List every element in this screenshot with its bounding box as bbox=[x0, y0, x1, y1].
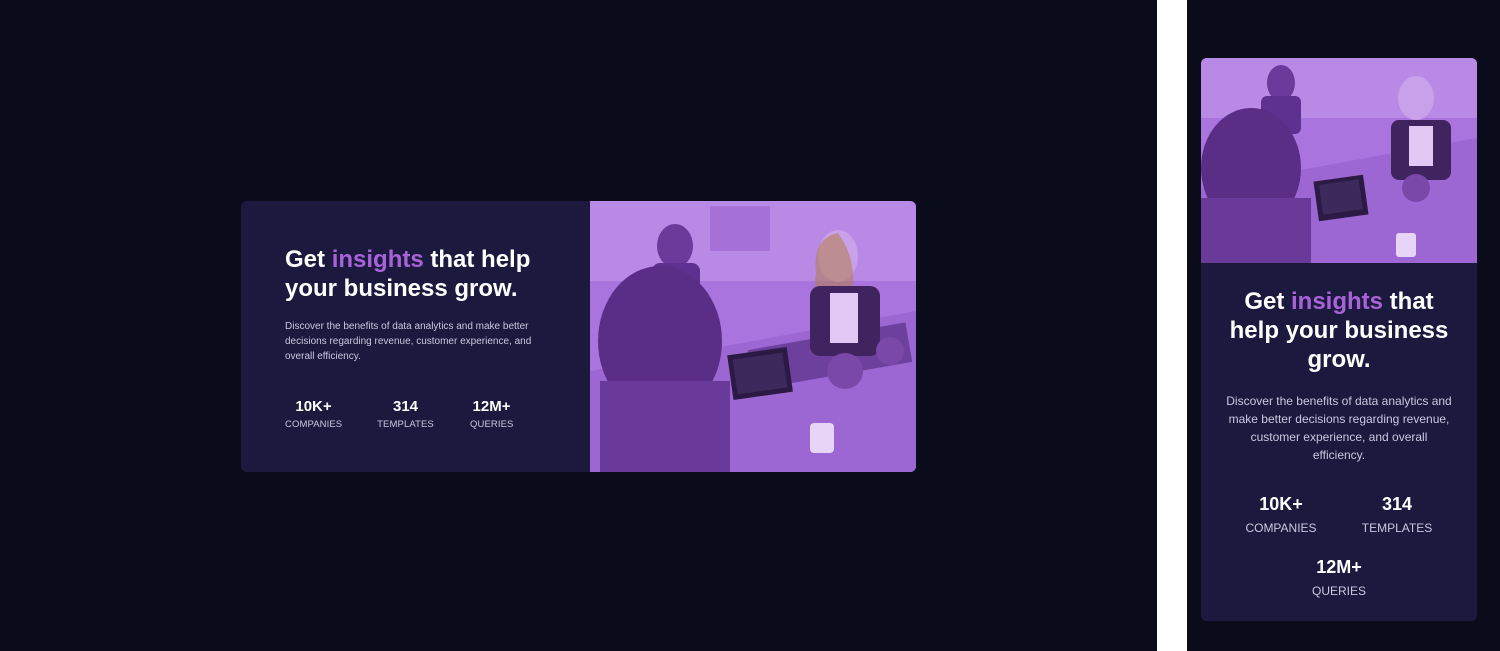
title-accent: insights bbox=[331, 246, 424, 273]
office-photo-illustration bbox=[590, 201, 916, 472]
stat-queries: 12M+ QUERIES bbox=[1281, 557, 1397, 598]
title-text: Get bbox=[1244, 288, 1291, 315]
stat-companies: 10K+ COMPANIES bbox=[1223, 494, 1339, 535]
card-description: Discover the benefits of data analytics … bbox=[1226, 394, 1452, 462]
stat-value: 314 bbox=[1381, 494, 1413, 514]
card-title: Get insights that help your business gro… bbox=[285, 245, 545, 303]
card-title: Get insights that help your business gro… bbox=[1223, 287, 1455, 374]
stat-label: COMPANIES bbox=[285, 419, 343, 430]
office-photo-image bbox=[1201, 58, 1477, 263]
stats-grid: 10K+ COMPANIES 314 TEMPLATES 12M+ QUERIE… bbox=[1223, 494, 1455, 620]
stat-value: 314 bbox=[392, 398, 419, 415]
desktop-preview: Get insights that help your business gro… bbox=[0, 0, 1157, 651]
office-photo-illustration bbox=[1201, 58, 1477, 263]
stat-queries: 12M+ QUERIES bbox=[470, 398, 513, 430]
stat-value: 10K+ bbox=[1259, 494, 1303, 514]
mobile-preview: Get insights that help your business gro… bbox=[1187, 0, 1500, 651]
stat-label: COMPANIES bbox=[1245, 521, 1317, 535]
stat-templates: 314 TEMPLATES bbox=[1339, 494, 1455, 535]
stat-label: QUERIES bbox=[470, 419, 514, 430]
card-text: Get insights that help your business gro… bbox=[1201, 263, 1477, 620]
panel-divider bbox=[1157, 0, 1187, 651]
card-text: Get insights that help your business gro… bbox=[241, 201, 590, 472]
stat-templates: 314 TEMPLATES bbox=[377, 398, 434, 430]
stat-label: TEMPLATES bbox=[1361, 521, 1433, 535]
stat-label: TEMPLATES bbox=[377, 419, 434, 430]
stat-companies: 10K+ COMPANIES bbox=[285, 398, 342, 430]
title-text: Get bbox=[285, 246, 332, 273]
stat-value: 12M+ bbox=[1316, 557, 1362, 577]
stat-value: 12M+ bbox=[472, 398, 511, 415]
office-photo-image bbox=[590, 201, 916, 472]
stat-value: 10K+ bbox=[295, 398, 332, 415]
title-accent: insights bbox=[1291, 288, 1384, 315]
stats-card-mobile: Get insights that help your business gro… bbox=[1201, 58, 1477, 621]
stats-row: 10K+ COMPANIES 314 TEMPLATES 12M+ QUERIE… bbox=[285, 398, 590, 430]
stats-card-desktop: Get insights that help your business gro… bbox=[241, 201, 916, 472]
card-description: Discover the benefits of data analytics … bbox=[285, 321, 532, 362]
stat-label: QUERIES bbox=[1311, 584, 1366, 598]
